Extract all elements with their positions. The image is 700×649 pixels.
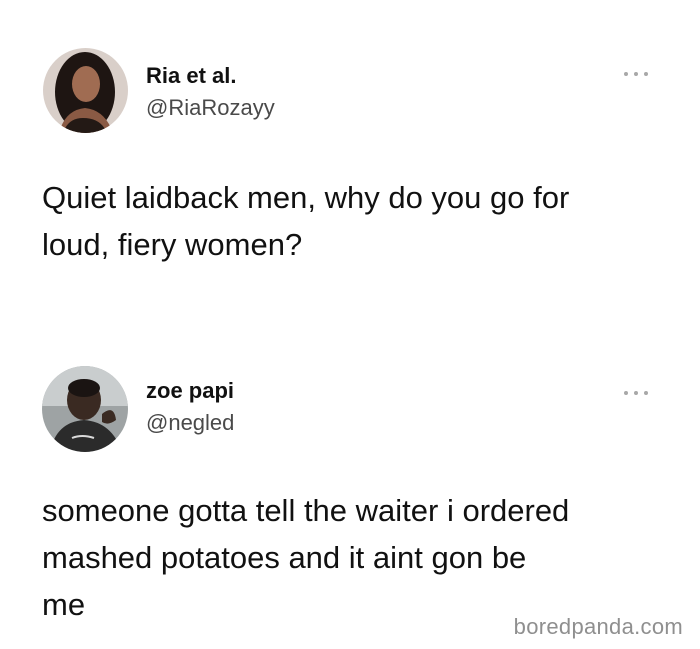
user-handle[interactable]: @RiaRozayy bbox=[146, 95, 275, 121]
ellipsis-icon[interactable] bbox=[624, 389, 648, 397]
tweet-text: Quiet laidback men, why do you go for lo… bbox=[42, 174, 662, 268]
tweet-card: zoe papi @negled someone gotta tell the … bbox=[0, 318, 700, 649]
tweet-text-line: me bbox=[42, 587, 86, 622]
avatar[interactable] bbox=[42, 366, 128, 452]
display-name[interactable]: Ria et al. bbox=[146, 63, 236, 89]
dot bbox=[644, 391, 648, 395]
avatar-photo bbox=[43, 48, 128, 133]
dot bbox=[624, 391, 628, 395]
avatar[interactable] bbox=[43, 48, 128, 133]
tweet-text-line: loud, fiery women? bbox=[42, 227, 303, 262]
dot bbox=[644, 72, 648, 76]
ellipsis-icon[interactable] bbox=[624, 70, 648, 78]
tweet-text-line: someone gotta tell the waiter i ordered bbox=[42, 493, 570, 528]
avatar-photo bbox=[42, 366, 128, 452]
dot bbox=[634, 391, 638, 395]
tweet-text: someone gotta tell the waiter i ordered … bbox=[42, 487, 662, 628]
tweet-text-line: Quiet laidback men, why do you go for bbox=[42, 180, 570, 215]
dot bbox=[624, 72, 628, 76]
user-handle[interactable]: @negled bbox=[146, 410, 234, 436]
dot bbox=[634, 72, 638, 76]
tweet-text-line: mashed potatoes and it aint gon be bbox=[42, 540, 527, 575]
display-name[interactable]: zoe papi bbox=[146, 378, 234, 404]
watermark: boredpanda.com bbox=[513, 614, 683, 639]
tweet-card: Ria et al. @RiaRozayy Quiet laidback men… bbox=[0, 0, 700, 318]
